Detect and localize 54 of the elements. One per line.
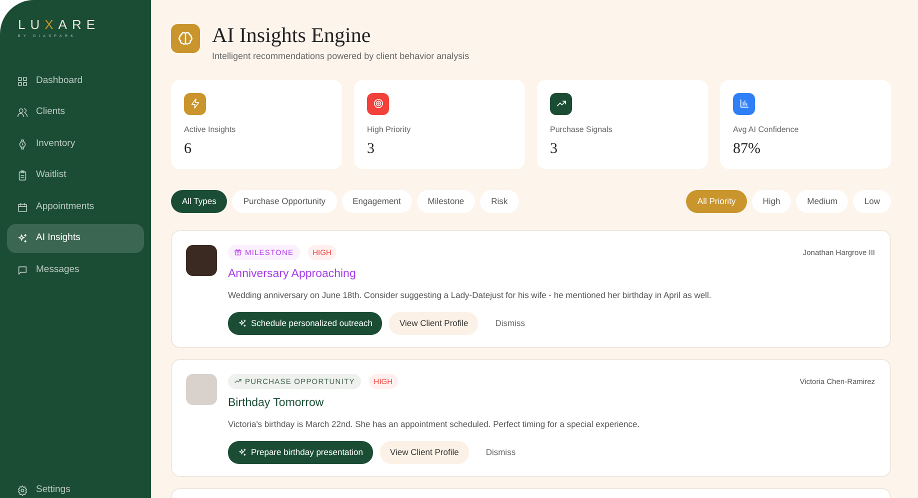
avatar-placeholder — [186, 244, 217, 276]
filter-pill[interactable]: Low — [853, 190, 891, 213]
users-icon — [17, 107, 28, 118]
settings-nav-item[interactable]: Settings — [7, 482, 144, 498]
stat-value: 3 — [367, 140, 376, 159]
insight-title: Birthday Tomorrow — [228, 396, 325, 411]
stat-label: Purchase Signals — [550, 124, 614, 136]
stat-value: 87% — [733, 140, 762, 159]
chat-icon — [17, 264, 28, 276]
sparkle-icon — [17, 233, 28, 244]
filter-pill[interactable]: Medium — [796, 190, 848, 213]
target-icon — [372, 98, 384, 110]
view-profile-button[interactable]: View Client Profile — [389, 312, 478, 335]
filter-pill[interactable]: Engagement — [342, 190, 412, 213]
filter-pill[interactable]: All Types — [171, 190, 228, 213]
brain-icon — [171, 24, 200, 53]
stat-label: High Priority — [367, 124, 412, 136]
grid-icon — [17, 76, 28, 86]
page-title: AI Insights Engine — [212, 24, 372, 48]
nav-item[interactable]: Dashboard — [7, 66, 144, 96]
sparkle-icon — [238, 448, 247, 457]
stat-label: Avg AI Confidence — [733, 124, 800, 136]
nav-item[interactable]: Appointments — [7, 192, 144, 222]
insight-description: Victoria's birthday is March 22nd. She has an appointment scheduled. Perfect timing for a special experience. — [228, 418, 641, 431]
action-button[interactable]: Schedule personalized outreach — [228, 312, 382, 335]
trend-up-icon — [234, 377, 242, 386]
nav-item[interactable]: Waitlist — [7, 160, 144, 190]
dismiss-button[interactable]: Dismiss — [476, 440, 526, 464]
nav-item[interactable]: Clients — [7, 98, 144, 128]
stat-value: 6 — [184, 140, 192, 159]
nav-item[interactable]: Messages — [7, 255, 144, 285]
page-subtitle: Intelligent recommendations powered by client behavior analysis — [212, 50, 470, 64]
avatar-placeholder — [186, 374, 217, 405]
bolt-icon — [190, 98, 200, 110]
bar-chart-icon — [738, 98, 750, 110]
filter-pill[interactable]: Milestone — [416, 190, 476, 213]
nav-item[interactable]: Inventory — [7, 129, 144, 159]
view-profile-button[interactable]: View Client Profile — [380, 440, 469, 464]
calendar-icon — [17, 202, 28, 212]
filter-pill[interactable]: Risk — [480, 190, 519, 213]
stat-value: 3 — [550, 140, 558, 159]
insight-title: Anniversary Approaching — [228, 266, 357, 282]
clipboard-icon — [17, 170, 28, 181]
sparkle-icon — [238, 318, 247, 328]
dismiss-button[interactable]: Dismiss — [485, 312, 536, 335]
filter-pill[interactable]: Purchase Opportunity — [232, 190, 337, 213]
action-button[interactable]: Prepare birthday presentation — [228, 440, 373, 464]
insight-description: Wedding anniversary on June 18th. Consider suggesting a Lady-Datejust for his wife - he mentioned her birthday in April as well. — [228, 289, 712, 302]
watch-icon — [17, 138, 28, 150]
nav-item[interactable]: AI Insights — [7, 224, 144, 254]
filter-pill[interactable]: High — [752, 190, 792, 213]
gear-icon — [17, 484, 28, 496]
gift-icon — [234, 248, 242, 256]
stat-label: Active Insights — [184, 124, 237, 136]
